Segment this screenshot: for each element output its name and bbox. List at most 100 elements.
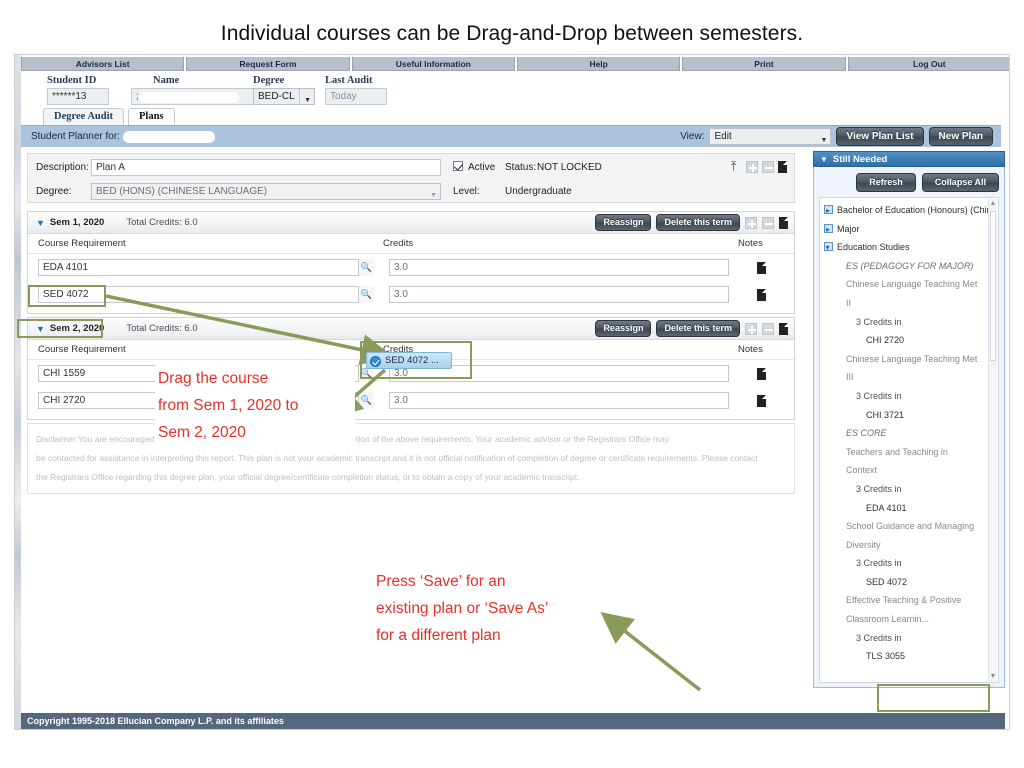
degree-select-value: BED-CL	[258, 91, 295, 102]
module-tabs: Degree Audit Plans	[43, 105, 175, 125]
add-icon[interactable]	[746, 161, 758, 173]
note-icon[interactable]	[757, 288, 766, 301]
degree-select-divider	[299, 89, 300, 104]
plan-degree-select[interactable]: BED (HONS) (CHINESE LANGUAGE) ▼	[91, 183, 441, 200]
requirements-tree[interactable]: Bachelor of Education (Honours) (Chin Maj…	[819, 197, 999, 683]
term-header-sem1: ▼ Sem 1, 2020 Total Credits: 6.0 Reassig…	[28, 212, 794, 234]
remove-icon[interactable]	[762, 322, 774, 335]
note-icon[interactable]	[757, 394, 766, 407]
col-notes: Notes	[738, 344, 763, 355]
nav-help[interactable]: Help	[516, 57, 681, 71]
lock-icon[interactable]	[731, 159, 742, 174]
still-needed-title: Still Needed	[832, 153, 888, 165]
tree-req-row: Effective Teaching & Positive	[846, 595, 962, 606]
refresh-button[interactable]: Refresh	[856, 173, 916, 192]
tree-node[interactable]: Education Studies	[824, 238, 998, 258]
col-credits: Credits	[383, 238, 414, 249]
nav-advisors-list[interactable]: Advisors List	[21, 57, 185, 71]
student-id-field[interactable]: ******13	[47, 88, 109, 105]
col-course-requirement: Course Requirement	[38, 344, 126, 355]
note-icon[interactable]	[757, 261, 766, 274]
remove-icon[interactable]	[762, 216, 774, 229]
tree-req-row: Chinese Language Teaching Met	[846, 353, 978, 364]
tree-cred-row: 3 Credits in	[856, 390, 902, 401]
tree-code-row: CHI 3721	[866, 409, 905, 420]
add-icon[interactable]	[745, 216, 757, 229]
credits-input[interactable]: 3.0	[389, 392, 729, 409]
nav-print[interactable]: Print	[682, 57, 846, 71]
collapsed-icon[interactable]	[824, 202, 833, 221]
active-label: Active	[468, 162, 496, 173]
view-plan-list-button[interactable]: View Plan List	[836, 127, 924, 146]
tree-ital-row: ES CORE	[846, 428, 887, 439]
view-select-value: Edit	[714, 131, 732, 142]
search-icon[interactable]: 🔍	[358, 286, 374, 303]
nav-useful-information[interactable]: Useful Information	[351, 57, 515, 71]
course-row: EDA 4101 🔍 3.0	[28, 254, 794, 281]
tab-plans[interactable]: Plans	[128, 108, 175, 125]
view-label: View:	[680, 131, 705, 142]
chevron-down-icon: ▼	[304, 97, 311, 104]
reassign-button-sem1[interactable]: Reassign	[595, 214, 652, 231]
description-input[interactable]: Plan A	[91, 159, 441, 176]
nav-request-form[interactable]: Request Form	[186, 57, 350, 71]
disclaimer-line-1: Disclaimer:You are encouraged to use thi…	[36, 434, 670, 444]
tree-cred-row: 3 Credits in	[856, 483, 902, 494]
reassign-button-sem2[interactable]: Reassign	[595, 320, 652, 337]
delete-term-button-sem1[interactable]: Delete this term	[656, 214, 740, 231]
add-icon[interactable]	[745, 322, 757, 335]
tree-node[interactable]: Major	[824, 220, 998, 239]
scroll-down-icon[interactable]: ▼	[989, 672, 997, 681]
degree-select[interactable]: BED-CL ▼	[253, 88, 315, 105]
tab-degree-audit[interactable]: Degree Audit	[43, 108, 125, 125]
disclaimer-block: Disclaimer:You are encouraged to use thi…	[27, 423, 795, 494]
still-needed-header[interactable]: ▼ Still Needed	[813, 151, 1005, 167]
remove-icon[interactable]	[762, 161, 774, 173]
tree-req-row: Diversity	[846, 539, 881, 550]
collapse-caret-icon[interactable]: ▼	[36, 218, 45, 228]
credits-input[interactable]: 3.0	[389, 286, 729, 303]
collapse-caret-icon: ▼	[820, 154, 828, 164]
student-id-label: Student ID	[47, 75, 97, 86]
dragged-course-chip[interactable]: SED 4072 ...	[366, 352, 452, 369]
tree-req-row: School Guidance and Managing	[846, 521, 975, 532]
credits-input[interactable]: 3.0	[389, 259, 729, 276]
chevron-down-icon: ▼	[430, 192, 437, 199]
search-icon[interactable]: 🔍	[358, 259, 374, 276]
still-needed-body: Refresh Collapse All Bachelor of Educati…	[813, 167, 1005, 688]
note-icon[interactable]	[779, 322, 788, 335]
note-icon[interactable]	[778, 161, 787, 173]
tree-cred-row: 3 Credits in	[856, 558, 902, 569]
col-notes: Notes	[738, 238, 763, 249]
collapsed-icon[interactable]	[824, 221, 833, 239]
term-panel-sem1: ▼ Sem 1, 2020 Total Credits: 6.0 Reassig…	[27, 211, 795, 314]
copyright-bar: Copyright 1995-2018 Ellucian Company L.P…	[21, 713, 1005, 729]
collapse-all-button[interactable]: Collapse All	[921, 173, 999, 192]
view-select[interactable]: Edit ▼	[709, 128, 832, 145]
tree-code-row: EDA 4101	[866, 502, 907, 513]
view-controls: View: Edit ▼ View Plan List New Plan	[680, 127, 993, 146]
term-header-sem2: ▼ Sem 2, 2020 Total Credits: 6.0 Reassig…	[28, 318, 794, 340]
tree-scrollbar[interactable]: ▲ ▼	[988, 199, 997, 681]
new-plan-button[interactable]: New Plan	[928, 127, 993, 146]
tree-node[interactable]: Bachelor of Education (Honours) (Chin	[824, 201, 998, 221]
active-checkbox[interactable]	[453, 161, 463, 171]
tree-node-label: Education Studies	[837, 242, 910, 253]
disclaimer-line-2: be contacted for assistance in interpret…	[36, 453, 758, 463]
scroll-thumb[interactable]	[990, 211, 996, 361]
search-icon[interactable]: 🔍	[358, 392, 374, 409]
name-field[interactable]: ;	[131, 88, 261, 105]
delete-term-button-sem2[interactable]: Delete this term	[656, 320, 740, 337]
plan-header-icons	[731, 159, 787, 174]
name-redaction	[139, 92, 239, 103]
note-icon[interactable]	[757, 367, 766, 380]
slide-canvas: Individual courses can be Drag-and-Drop …	[0, 0, 1024, 768]
tree-node-label: Bachelor of Education (Honours) (Chin	[837, 205, 992, 215]
tree-node-label: Major	[837, 223, 860, 234]
course-input[interactable]: EDA 4101	[38, 259, 358, 276]
scroll-up-icon[interactable]: ▲	[989, 199, 997, 208]
note-icon[interactable]	[779, 216, 788, 229]
expanded-icon[interactable]	[824, 239, 833, 258]
tree-req-row: Classroom Learnin...	[846, 614, 930, 625]
nav-log-out[interactable]: Log Out	[847, 57, 1009, 71]
